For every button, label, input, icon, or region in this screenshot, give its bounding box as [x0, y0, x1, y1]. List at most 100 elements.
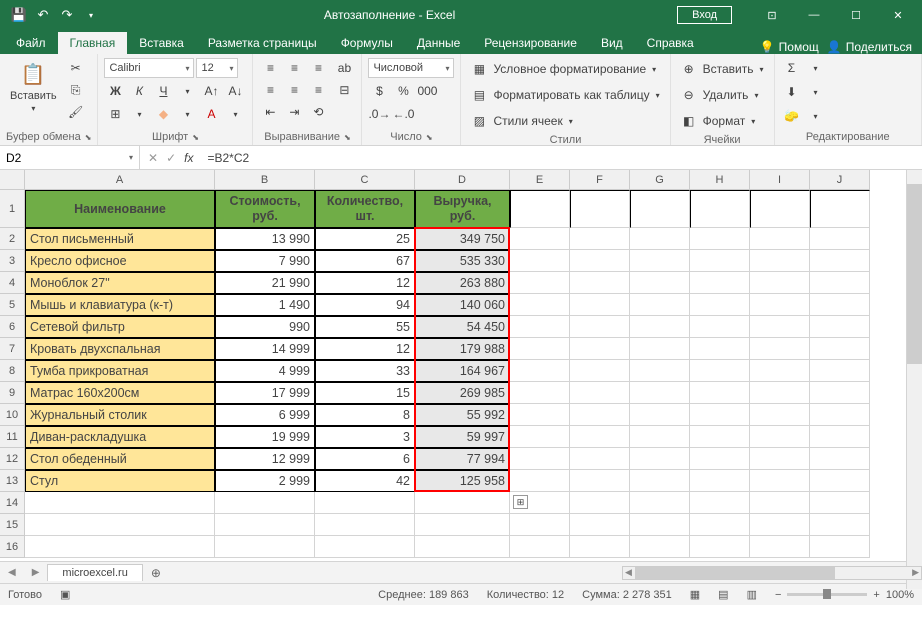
tab-data[interactable]: Данные: [405, 32, 472, 54]
zoom-in-icon[interactable]: +: [873, 589, 879, 601]
number-format-combo[interactable]: Числовой▾: [368, 58, 454, 78]
fill-color-icon[interactable]: ◆: [152, 104, 174, 124]
cell[interactable]: [630, 294, 690, 316]
cell[interactable]: [690, 382, 750, 404]
cell[interactable]: 17 999: [215, 382, 315, 404]
row-header[interactable]: 8: [0, 360, 25, 382]
cell[interactable]: [510, 470, 570, 492]
align-middle-icon[interactable]: ≡: [283, 58, 305, 78]
ribbon-options-icon[interactable]: ⊡: [752, 0, 792, 30]
row-header[interactable]: 3: [0, 250, 25, 272]
scroll-right-icon[interactable]: ▶: [912, 567, 919, 578]
cell[interactable]: 8: [315, 404, 415, 426]
cell[interactable]: Стул: [25, 470, 215, 492]
row-header[interactable]: 11: [0, 426, 25, 448]
cell[interactable]: [570, 250, 630, 272]
cell[interactable]: [810, 272, 870, 294]
cell[interactable]: [570, 294, 630, 316]
cell[interactable]: [690, 470, 750, 492]
row-header[interactable]: 10: [0, 404, 25, 426]
cell[interactable]: [810, 294, 870, 316]
cell[interactable]: [630, 190, 690, 228]
macro-record-icon[interactable]: ▣: [60, 588, 70, 601]
cell[interactable]: [315, 492, 415, 514]
name-box[interactable]: ▾: [0, 146, 140, 169]
cell[interactable]: [215, 536, 315, 558]
cell[interactable]: 269 985: [415, 382, 510, 404]
cell[interactable]: [630, 404, 690, 426]
cell[interactable]: Кресло офисное: [25, 250, 215, 272]
cell[interactable]: Журнальный столик: [25, 404, 215, 426]
cell[interactable]: [690, 250, 750, 272]
add-sheet-icon[interactable]: ⊕: [143, 566, 169, 580]
cell[interactable]: [750, 228, 810, 250]
cell[interactable]: 77 994: [415, 448, 510, 470]
cell[interactable]: [750, 404, 810, 426]
cell[interactable]: [630, 250, 690, 272]
cell[interactable]: Матрас 160х200см: [25, 382, 215, 404]
cell[interactable]: 19 999: [215, 426, 315, 448]
row-header[interactable]: 14: [0, 492, 25, 514]
font-size-combo[interactable]: 12▾: [196, 58, 238, 78]
cell[interactable]: [690, 448, 750, 470]
tell-me-button[interactable]: 💡Помощ: [760, 40, 819, 54]
scroll-left-icon[interactable]: ◀: [625, 567, 632, 578]
cell[interactable]: [510, 190, 570, 228]
cell[interactable]: [570, 426, 630, 448]
scrollbar-thumb[interactable]: [907, 184, 922, 364]
horizontal-scrollbar[interactable]: ◀ ▶: [622, 566, 922, 580]
align-left-icon[interactable]: ≡: [259, 80, 281, 100]
chevron-down-icon[interactable]: ▾: [129, 153, 133, 162]
fill-icon[interactable]: ⬇: [781, 82, 803, 102]
column-header[interactable]: A: [25, 170, 215, 190]
cell[interactable]: Наименование: [25, 190, 215, 228]
borders-dd[interactable]: ▾: [128, 104, 150, 124]
autofill-options-icon[interactable]: ⊞: [513, 495, 528, 509]
cell[interactable]: [750, 514, 810, 536]
cell[interactable]: [315, 514, 415, 536]
cell[interactable]: [510, 382, 570, 404]
cell[interactable]: 6: [315, 448, 415, 470]
cell[interactable]: [510, 404, 570, 426]
delete-cells-button[interactable]: ⊖Удалить▾: [677, 84, 763, 106]
redo-icon[interactable]: ↷: [56, 4, 78, 26]
borders-icon[interactable]: ⊞: [104, 104, 126, 124]
cell[interactable]: Мышь и клавиатура (к-т): [25, 294, 215, 316]
tab-formulas[interactable]: Формулы: [329, 32, 405, 54]
cell[interactable]: 1 490: [215, 294, 315, 316]
font-color-icon[interactable]: A: [200, 104, 222, 124]
cell[interactable]: Стоимость, руб.: [215, 190, 315, 228]
column-header[interactable]: D: [415, 170, 510, 190]
cell[interactable]: [570, 514, 630, 536]
align-bottom-icon[interactable]: ≡: [307, 58, 329, 78]
cell[interactable]: [810, 426, 870, 448]
zoom-slider[interactable]: [787, 593, 867, 596]
cell[interactable]: 21 990: [215, 272, 315, 294]
cell[interactable]: [810, 360, 870, 382]
cell[interactable]: 4 999: [215, 360, 315, 382]
increase-decimal-icon[interactable]: .0→: [368, 104, 390, 124]
zoom-control[interactable]: − + 100%: [775, 589, 914, 601]
decrease-font-icon[interactable]: A↓: [224, 81, 246, 101]
dialog-launcher-icon[interactable]: ⬊: [85, 133, 92, 142]
tab-page-layout[interactable]: Разметка страницы: [196, 32, 329, 54]
cell[interactable]: [25, 492, 215, 514]
cell[interactable]: [810, 228, 870, 250]
cell[interactable]: 59 997: [415, 426, 510, 448]
cell[interactable]: [630, 360, 690, 382]
cell[interactable]: [630, 338, 690, 360]
qat-customize-icon[interactable]: ▾: [80, 4, 102, 26]
underline-dd[interactable]: ▾: [176, 81, 198, 101]
share-button[interactable]: 👤Поделиться: [827, 40, 912, 54]
cell[interactable]: [510, 426, 570, 448]
cell[interactable]: 25: [315, 228, 415, 250]
copy-icon[interactable]: ⎘: [65, 80, 87, 100]
cell[interactable]: [690, 190, 750, 228]
tab-view[interactable]: Вид: [589, 32, 635, 54]
percent-icon[interactable]: %: [392, 81, 414, 101]
fontcolor-dd[interactable]: ▾: [224, 104, 246, 124]
tab-insert[interactable]: Вставка: [127, 32, 196, 54]
comma-icon[interactable]: 000: [416, 81, 438, 101]
cell[interactable]: 3: [315, 426, 415, 448]
cell[interactable]: 33: [315, 360, 415, 382]
